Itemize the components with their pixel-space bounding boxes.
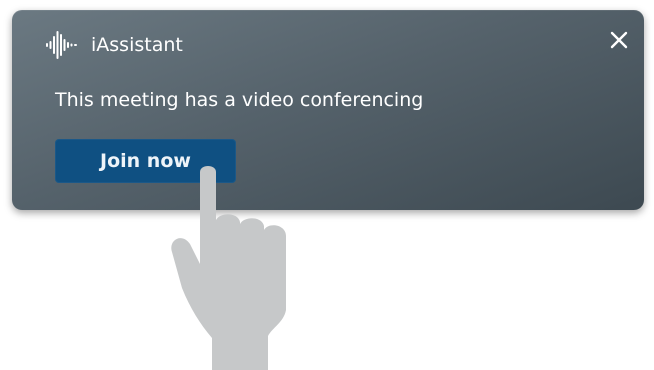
meeting-notification: iAssistant This meeting has a video conf… [12, 10, 644, 210]
app-title: iAssistant [91, 34, 183, 56]
close-icon [610, 31, 628, 49]
close-button[interactable] [608, 29, 630, 51]
stage: iAssistant This meeting has a video conf… [0, 0, 654, 370]
notification-message: This meeting has a video conferencing [55, 89, 424, 111]
soundwave-icon [46, 31, 77, 59]
notification-header: iAssistant [45, 30, 183, 60]
pointing-hand-icon [171, 166, 286, 370]
